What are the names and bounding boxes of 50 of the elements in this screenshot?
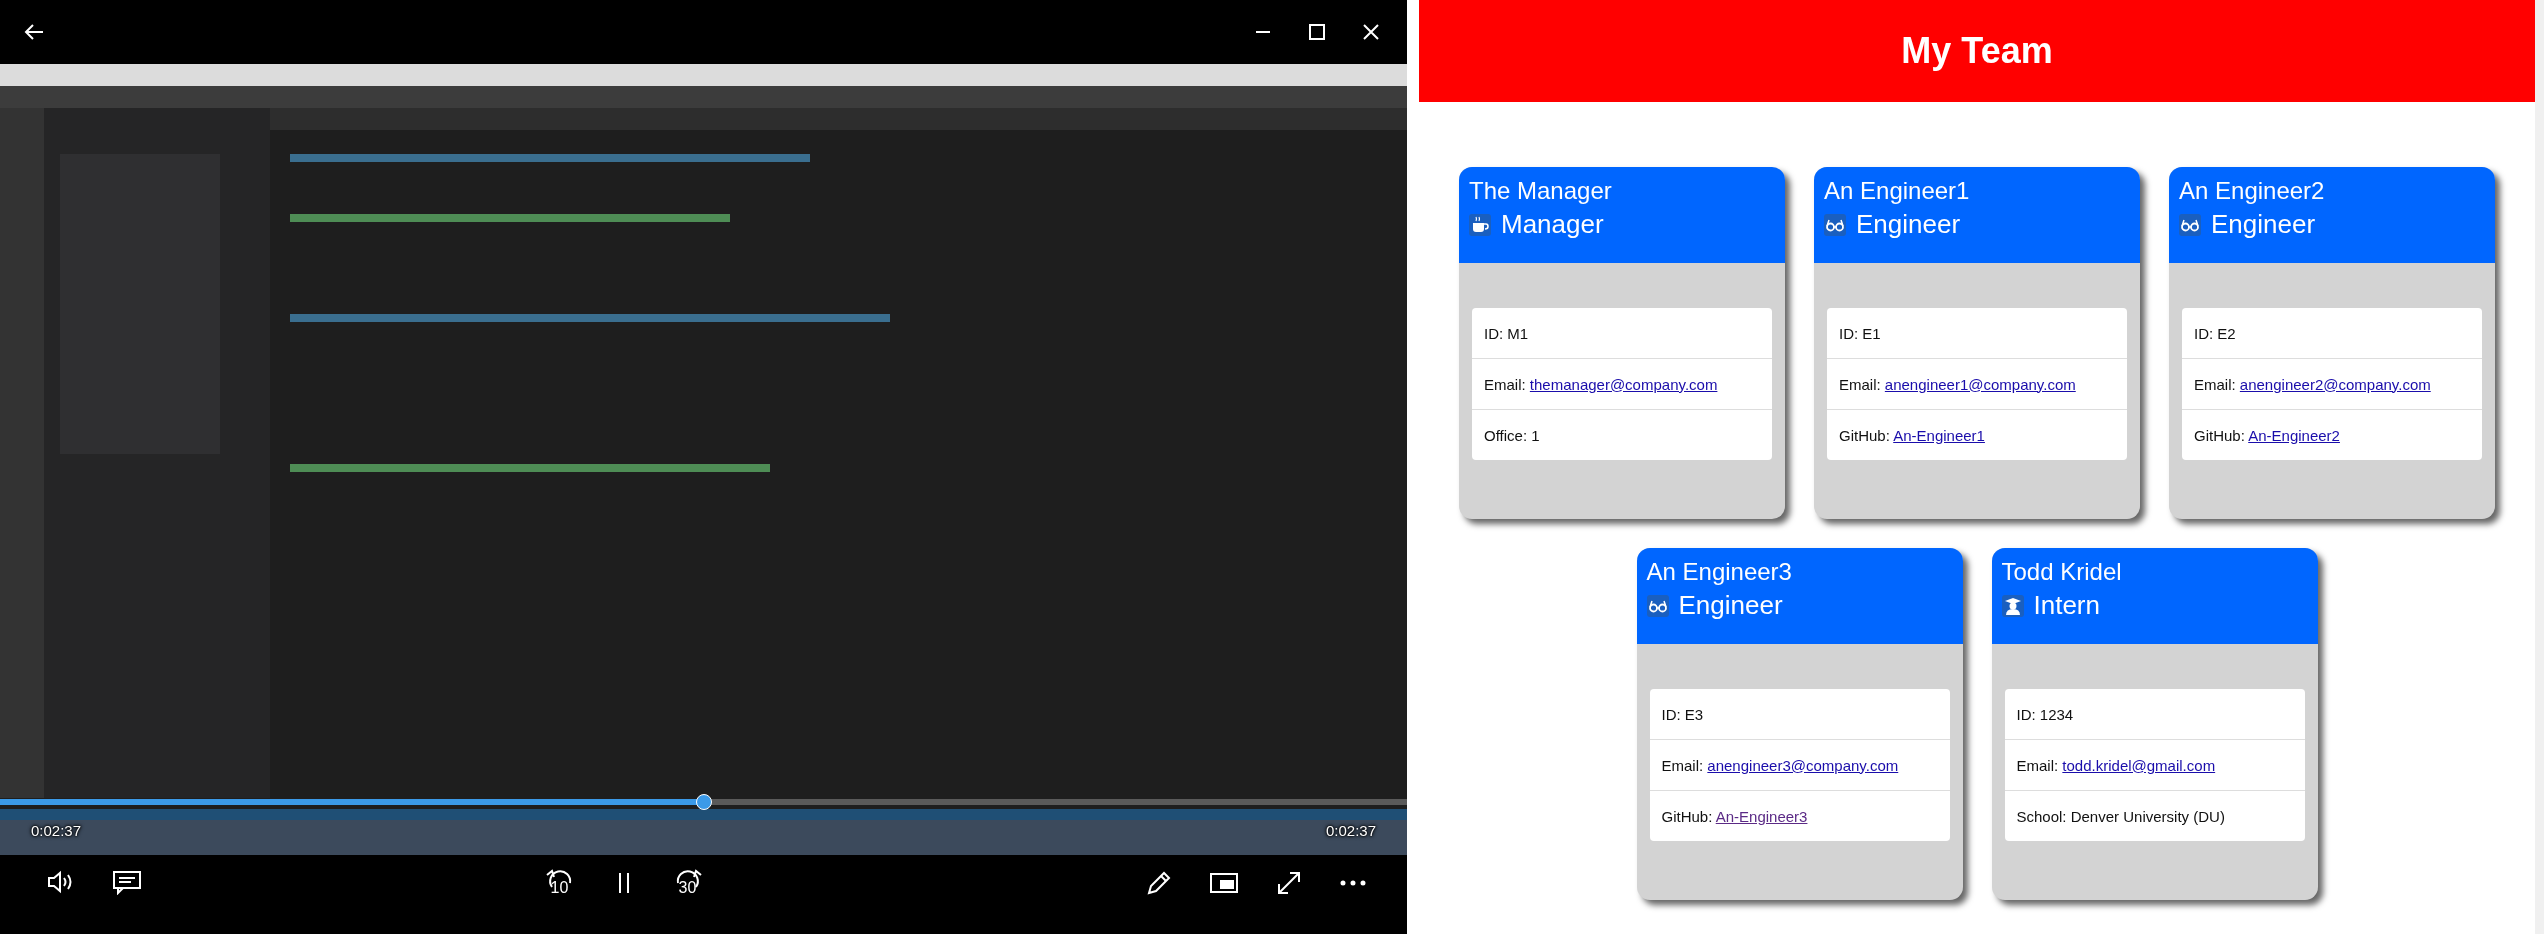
detail-text: GitHub: An-Engineer1: [1839, 426, 1985, 444]
maximize-icon[interactable]: [1307, 22, 1327, 42]
page-title: My Team: [1901, 30, 2053, 72]
close-icon[interactable]: [1361, 22, 1381, 42]
coffee-cup-icon: [1469, 213, 1491, 236]
profile-link[interactable]: An-Engineer3: [1715, 807, 1808, 825]
detail-text: Email: todd.kridel@gmail.com: [2016, 756, 2216, 774]
captions-icon[interactable]: [112, 869, 142, 895]
employee-name: Todd Kridel: [2001, 558, 2123, 586]
employee-name: An Engineer3: [1646, 558, 1793, 586]
detail-text: ID: 1234: [2016, 705, 2074, 723]
email-link[interactable]: todd.kridel@gmail.com: [2062, 756, 2216, 774]
glasses-icon: [1824, 213, 1846, 236]
profile-link[interactable]: An-Engineer1: [1893, 426, 1985, 444]
detail-text: Email: anengineer3@company.com: [1661, 756, 1899, 774]
mini-player-icon[interactable]: [1209, 871, 1239, 895]
detail-text: Email: anengineer1@company.com: [1839, 375, 2076, 393]
email-link[interactable]: themanager@company.com: [1529, 375, 1718, 393]
detail-text: School: Denver University (DU): [2016, 807, 2225, 825]
employee-name: An Engineer1: [1824, 177, 1971, 205]
employee-role: Engineer: [1856, 209, 1961, 240]
employee-role: Manager: [1501, 209, 1604, 240]
graduate-icon: [2001, 594, 2024, 617]
remaining-time: 0:02:37: [1325, 822, 1376, 839]
email-link[interactable]: anengineer1@company.com: [1884, 375, 2076, 393]
employee-role: Engineer: [1678, 590, 1783, 621]
detail-text: Email: anengineer2@company.com: [2194, 375, 2431, 393]
skip-back-button[interactable]: 10: [543, 869, 576, 897]
fullscreen-icon[interactable]: [1275, 869, 1303, 897]
employee-name: An Engineer2: [2179, 177, 2326, 205]
skip-forward-button[interactable]: 30: [671, 869, 704, 897]
detail-text: GitHub: An-Engineer3: [1661, 807, 1808, 825]
detail-text: Office: 1: [1484, 426, 1540, 444]
pen-icon[interactable]: [1145, 869, 1173, 897]
email-link[interactable]: anengineer2@company.com: [2239, 375, 2431, 393]
profile-link[interactable]: An-Engineer2: [2248, 426, 2340, 444]
detail-text: ID: E1: [1839, 324, 1881, 342]
detail-text: ID: M1: [1484, 324, 1529, 342]
detail-text: ID: E2: [2194, 324, 2236, 342]
glasses-icon: [2179, 213, 2201, 236]
employee-role: Intern: [2033, 590, 2100, 621]
seek-bar[interactable]: [0, 794, 1407, 810]
detail-text: ID: E3: [1661, 705, 1704, 723]
employee-role: Engineer: [2211, 209, 2316, 240]
employee-name: The Manager: [1469, 177, 1613, 205]
detail-text: GitHub: An-Engineer2: [2194, 426, 2340, 444]
glasses-icon: [1646, 594, 1669, 617]
email-link[interactable]: anengineer3@company.com: [1707, 756, 1899, 774]
detail-text: Email: themanager@company.com: [1484, 375, 1718, 393]
elapsed-time: 0:02:37: [31, 822, 82, 839]
